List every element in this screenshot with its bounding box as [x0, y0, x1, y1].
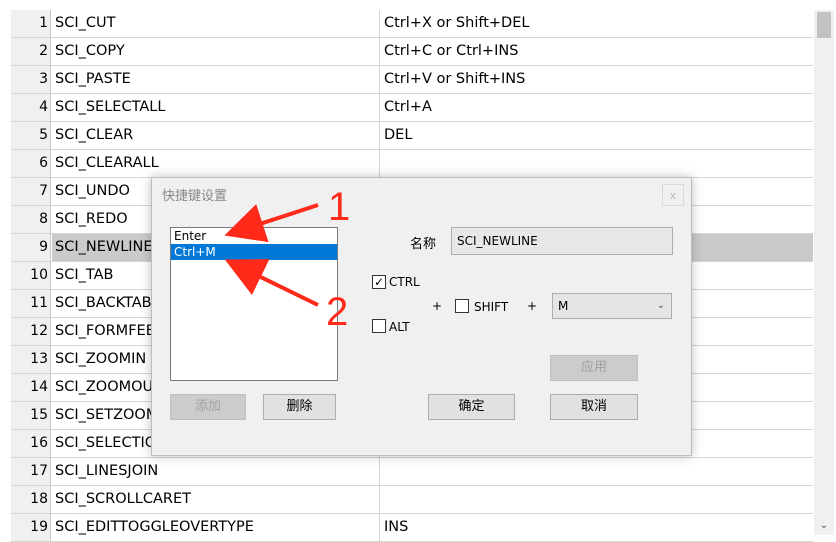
row-number: 17	[11, 458, 51, 485]
row-number: 14	[11, 374, 51, 401]
cancel-button[interactable]: 取消	[550, 394, 638, 420]
shortcut-cell[interactable]: Ctrl+X or Shift+DEL	[381, 10, 813, 37]
table-row[interactable]: 18 SCI_SCROLLCARET	[11, 486, 813, 514]
scrollbar-thumb[interactable]	[817, 12, 831, 38]
row-number: 16	[11, 430, 51, 457]
shortcut-cell[interactable]	[381, 486, 813, 513]
name-field: SCI_NEWLINE	[451, 227, 673, 255]
list-item[interactable]: Enter	[171, 228, 337, 244]
key-select-value: M	[558, 299, 569, 313]
command-name-cell[interactable]: SCI_SCROLLCARET	[52, 486, 380, 513]
scroll-down-arrow-icon[interactable]: ⌄	[814, 520, 834, 531]
apply-button[interactable]: 应用	[550, 355, 638, 381]
row-number: 4	[11, 94, 51, 121]
row-number: 12	[11, 318, 51, 345]
row-number: 6	[11, 150, 51, 177]
dialog-title: 快捷键设置	[162, 189, 228, 204]
table-row[interactable]: 2 SCI_COPY Ctrl+C or Ctrl+INS	[11, 38, 813, 66]
delete-button[interactable]: 删除	[263, 394, 336, 420]
shortcut-cell[interactable]: INS	[381, 514, 813, 541]
row-number: 2	[11, 38, 51, 65]
shortcut-settings-dialog: 快捷键设置 x Enter Ctrl+M 添加 删除 名称 SCI_NEWLIN…	[151, 177, 692, 456]
shift-label: SHIFT	[474, 300, 509, 314]
plus-sign: +	[527, 299, 538, 313]
command-name-cell[interactable]: SCI_CLEAR	[52, 122, 380, 149]
ok-button[interactable]: 确定	[428, 394, 515, 420]
command-name-cell[interactable]: SCI_SELECTALL	[52, 94, 380, 121]
ctrl-label: CTRL	[389, 275, 420, 289]
command-name-cell[interactable]: SCI_LINESJOIN	[52, 458, 380, 485]
table-row[interactable]: 4 SCI_SELECTALL Ctrl+A	[11, 94, 813, 122]
list-item[interactable]: Ctrl+M	[171, 244, 337, 260]
row-number: 18	[11, 486, 51, 513]
key-select[interactable]: M ⌄	[552, 293, 672, 319]
row-number: 8	[11, 206, 51, 233]
shortcut-cell[interactable]	[381, 458, 813, 485]
shortcut-cell[interactable]: DEL	[381, 122, 813, 149]
command-name-cell[interactable]: SCI_COPY	[52, 38, 380, 65]
row-number: 15	[11, 402, 51, 429]
alt-label: ALT	[389, 320, 410, 334]
shortcut-cell[interactable]	[381, 150, 813, 177]
command-name-cell[interactable]: SCI_CUT	[52, 10, 380, 37]
table-row[interactable]: 5 SCI_CLEAR DEL	[11, 122, 813, 150]
table-row[interactable]: 17 SCI_LINESJOIN	[11, 458, 813, 486]
ctrl-checkbox[interactable]: ✓	[372, 275, 386, 289]
table-row[interactable]: 1 SCI_CUT Ctrl+X or Shift+DEL	[11, 10, 813, 38]
chevron-down-icon: ⌄	[656, 300, 665, 311]
table-row[interactable]: 3 SCI_PASTE Ctrl+V or Shift+INS	[11, 66, 813, 94]
close-icon[interactable]: x	[662, 184, 684, 206]
shortcut-cell[interactable]: Ctrl+C or Ctrl+INS	[381, 38, 813, 65]
row-number: 7	[11, 178, 51, 205]
vertical-scrollbar[interactable]: ⌄	[814, 10, 834, 535]
plus-sign: +	[432, 299, 443, 313]
row-number: 13	[11, 346, 51, 373]
add-button[interactable]: 添加	[170, 394, 246, 420]
name-label: 名称	[410, 237, 437, 252]
shortcut-listbox[interactable]: Enter Ctrl+M	[170, 227, 338, 381]
command-name-cell[interactable]: SCI_CLEARALL	[52, 150, 380, 177]
alt-checkbox[interactable]	[372, 319, 386, 333]
table-row[interactable]: 6 SCI_CLEARALL	[11, 150, 813, 178]
shift-checkbox[interactable]	[455, 299, 469, 313]
command-name-cell[interactable]: SCI_PASTE	[52, 66, 380, 93]
row-number: 9	[11, 234, 51, 261]
row-number: 11	[11, 290, 51, 317]
row-number: 10	[11, 262, 51, 289]
row-number: 3	[11, 66, 51, 93]
row-number: 5	[11, 122, 51, 149]
command-name-cell[interactable]: SCI_EDITTOGGLEOVERTYPE	[52, 514, 380, 541]
shortcut-cell[interactable]: Ctrl+V or Shift+INS	[381, 66, 813, 93]
row-number: 19	[11, 514, 51, 541]
shortcut-cell[interactable]: Ctrl+A	[381, 94, 813, 121]
table-row[interactable]: 19 SCI_EDITTOGGLEOVERTYPE INS	[11, 514, 813, 542]
row-number: 1	[11, 10, 51, 37]
